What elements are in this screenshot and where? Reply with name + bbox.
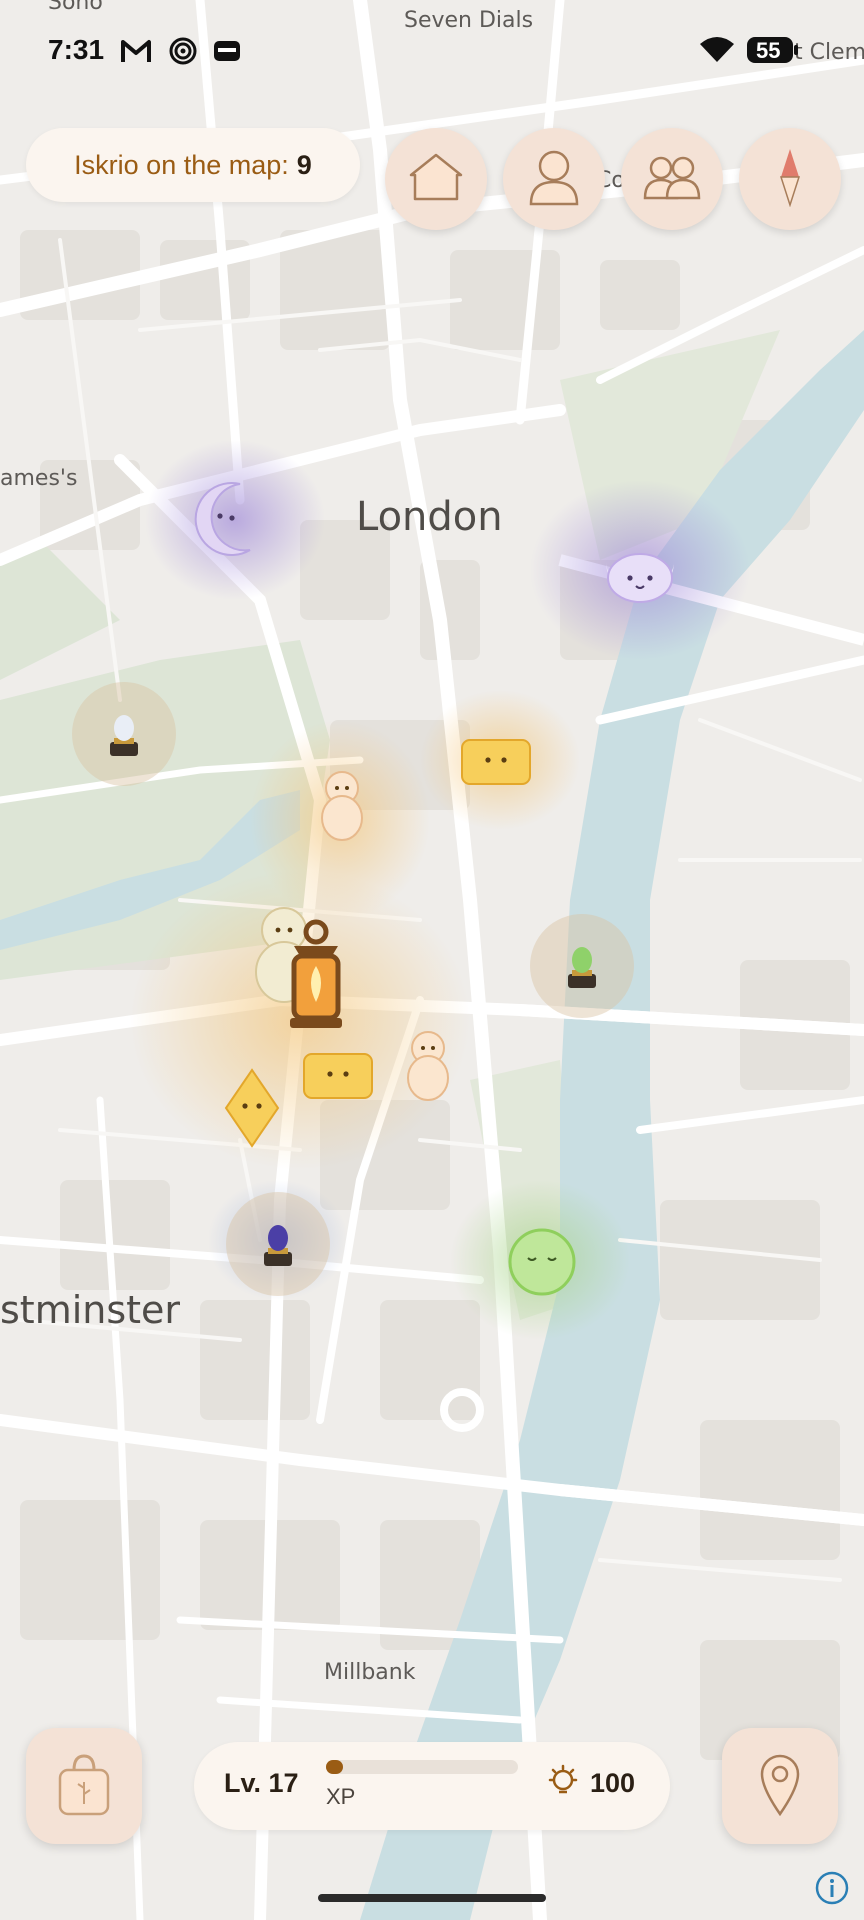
xp-label: XP [326,1784,356,1809]
location-button[interactable] [722,1728,838,1844]
level-panel[interactable]: Lv. 17 XP 100 [194,1742,670,1830]
gourd-creature-2 [407,1031,449,1101]
battery-level: 55 [756,38,781,63]
map-view[interactable] [0,0,864,1920]
glow-purple-1 [145,440,325,600]
info-icon[interactable] [814,1870,850,1911]
level-label: Lv. 17 [224,1768,299,1798]
energy-value: 100 [590,1768,636,1798]
xp-progress-fill [326,1760,344,1774]
map-label-millbank: Millbank [324,1660,416,1685]
compass-button[interactable] [739,128,841,230]
wallet-icon [212,38,242,69]
target-icon [168,36,198,71]
home-button[interactable] [385,128,487,230]
screen: Soho Seven Dials St Clem Co...rd ames's … [0,0,864,1920]
lightbulb-icon [546,1764,580,1805]
person-icon [527,148,581,211]
bag-icon [56,1752,112,1821]
map-label-st-james: ames's [0,466,78,491]
profile-button[interactable] [503,128,605,230]
iskrio-count-label: Iskrio on the map: [74,149,289,180]
gem-creature-2 [303,1053,373,1099]
friends-button[interactable] [621,128,723,230]
moon-creature-2 [606,553,674,603]
house-icon [407,151,465,208]
map-label-seven-dials: Seven Dials [404,8,534,33]
map-label-westminster: stminster [0,1288,181,1332]
gem-creature-1 [461,739,531,785]
wifi-icon [698,34,736,69]
xp-progress-bar [326,1760,518,1774]
location-pin-icon [758,1752,802,1821]
iskrio-count-value: 9 [296,149,312,180]
green-blob-creature [508,1228,576,1296]
people-icon [641,154,703,205]
iskrio-count-chip: Iskrio on the map: 9 [26,128,360,202]
home-gesture-bar[interactable] [318,1894,546,1902]
gmail-icon [120,38,152,69]
bag-button[interactable] [26,1728,142,1844]
status-time: 7:31 [48,34,105,65]
compass-icon [779,147,801,212]
gourd-creature-1 [321,771,363,841]
map-label-soho: Soho [48,0,103,15]
map-label-london: London [356,494,503,540]
